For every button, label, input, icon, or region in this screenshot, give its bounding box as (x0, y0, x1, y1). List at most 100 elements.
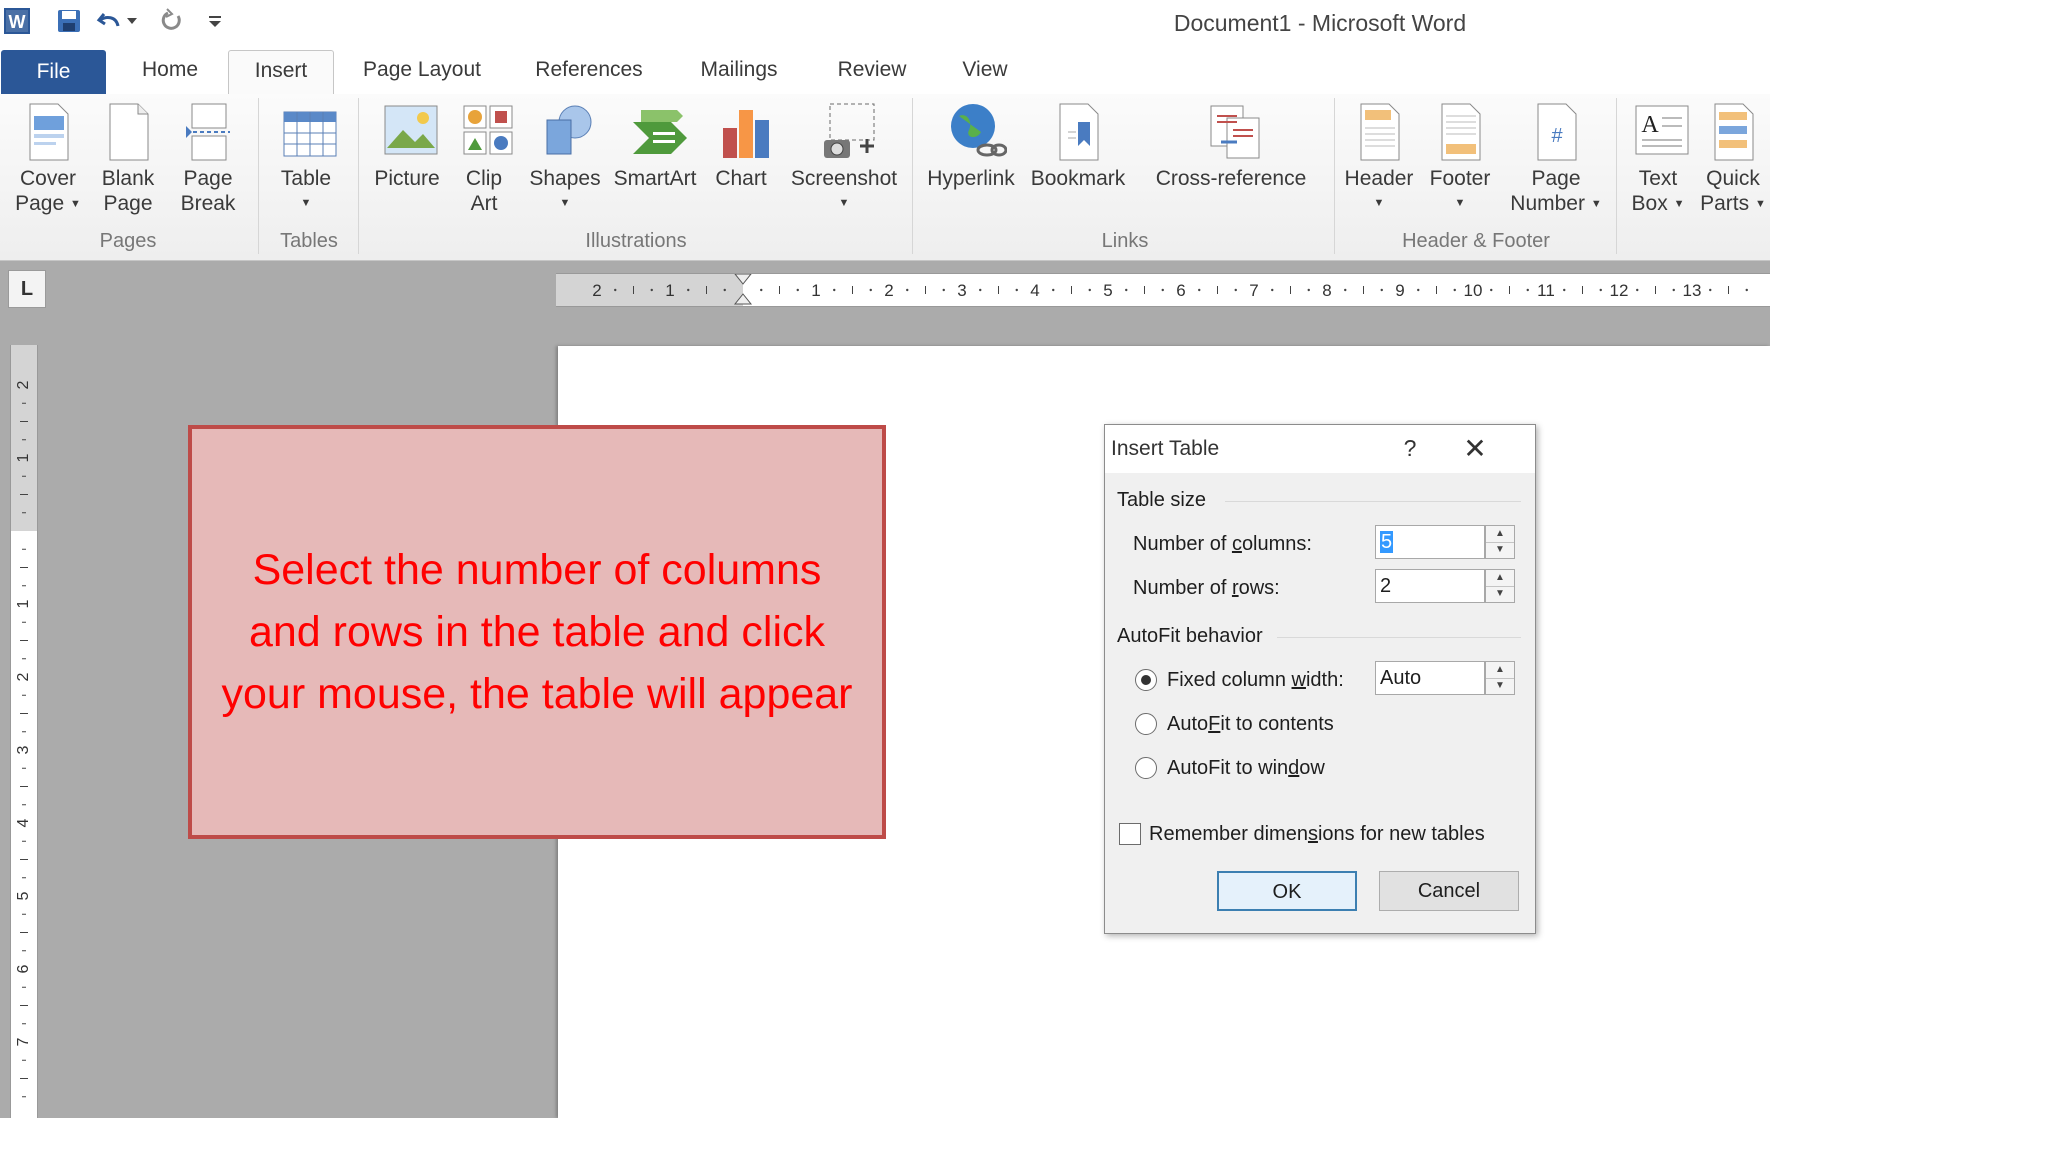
tab-references[interactable]: References (518, 50, 660, 90)
tab-mailings[interactable]: Mailings (678, 50, 800, 90)
ruler-label: 8 (1322, 281, 1331, 300)
ruler-tick (1198, 288, 1201, 292)
ribbon-insert: Cover Page ▼ Blank Page Page Break Pages… (0, 94, 1770, 261)
page-number-icon: # (1532, 102, 1580, 162)
smartart-button[interactable]: SmartArt (610, 102, 700, 191)
dropdown-arrow-icon: ▼ (838, 197, 850, 209)
spinner-down-icon[interactable]: ▼ (1486, 542, 1514, 558)
clip-art-button[interactable]: Clip Art (452, 102, 516, 216)
dropdown-arrow-icon: ▼ (1673, 197, 1685, 210)
ruler-tick (1234, 288, 1237, 292)
tab-page-layout[interactable]: Page Layout (346, 50, 498, 90)
rows-label: Number of rows: (1133, 577, 1280, 599)
dialog-title-bar[interactable]: Insert Table ? ✕ (1105, 425, 1535, 473)
cross-reference-button[interactable]: Cross-reference (1134, 102, 1328, 191)
ruler-margin (11, 345, 37, 531)
title-bar: W Document1 - Microsoft Word (0, 0, 1770, 46)
svg-text:A: A (1641, 112, 1659, 138)
header-button[interactable]: Header ▼ (1340, 102, 1418, 216)
group-label-tables: Tables (280, 230, 338, 252)
callout-text: Select the number of columns and rows in… (221, 546, 853, 718)
shapes-button[interactable]: Shapes ▼ (522, 102, 608, 216)
cancel-button[interactable]: Cancel (1379, 871, 1519, 911)
columns-value: 5 (1380, 531, 1394, 553)
ruler-label: 11 (1537, 281, 1555, 300)
text-box-label-1: Text (1638, 167, 1678, 190)
group-label-links: Links (1101, 230, 1149, 252)
close-icon[interactable]: ✕ (1455, 431, 1495, 467)
undo-icon[interactable] (94, 6, 124, 36)
bookmark-button[interactable]: Bookmark (1026, 102, 1130, 191)
cover-page-label-2: Page (15, 192, 65, 215)
blank-page-label-1: Blank (101, 167, 155, 190)
fixed-width-value: Auto (1380, 667, 1422, 689)
page-break-button[interactable]: Page Break (172, 102, 244, 216)
blank-page-label-2: Page (103, 192, 153, 215)
chart-label: Chart (715, 167, 767, 190)
spinner-up-icon[interactable]: ▲ (1486, 570, 1514, 587)
autofit-contents-radio[interactable] (1135, 713, 1157, 735)
insert-table-dialog: Insert Table ? ✕ Table size Number of co… (1104, 424, 1536, 934)
ruler-tick (1380, 288, 1383, 292)
fixed-width-input[interactable]: Auto (1375, 661, 1485, 695)
ruler-tick (650, 288, 653, 292)
text-box-button[interactable]: A Text Box ▼ (1622, 102, 1694, 217)
help-button[interactable]: ? (1395, 435, 1425, 462)
spinner-up-icon[interactable]: ▲ (1486, 526, 1514, 543)
page-break-label-1: Page (183, 167, 233, 190)
save-icon[interactable] (54, 6, 84, 36)
quick-parts-button[interactable]: Quick Parts ▼ (1698, 102, 1768, 217)
columns-input[interactable]: 5 (1375, 525, 1485, 559)
screenshot-button[interactable]: Screenshot ▼ (784, 102, 904, 216)
ruler-tick (1344, 288, 1347, 292)
smartart-icon (631, 102, 687, 162)
ok-button[interactable]: OK (1217, 871, 1357, 911)
tab-home[interactable]: Home (118, 50, 222, 90)
dropdown-arrow-icon: ▼ (1754, 197, 1766, 210)
picture-label: Picture (374, 167, 440, 190)
hyperlink-button[interactable]: Hyperlink (920, 102, 1022, 191)
table-label: Table (280, 167, 332, 190)
ruler-margin (556, 274, 743, 306)
tab-file[interactable]: File (1, 50, 106, 94)
columns-spinner[interactable]: ▲ ▼ (1485, 525, 1515, 559)
rows-spinner[interactable]: ▲ ▼ (1485, 569, 1515, 603)
spinner-up-icon[interactable]: ▲ (1486, 662, 1514, 679)
tab-review[interactable]: Review (820, 50, 924, 90)
page-break-icon (184, 102, 232, 162)
rows-input[interactable]: 2 (1375, 569, 1485, 603)
vertical-ruler[interactable]: 2 1 1 2 3 4 5 6 7 (10, 345, 38, 1118)
section-divider (1277, 637, 1521, 638)
tab-view[interactable]: View (940, 50, 1030, 90)
text-box-label-2: Box (1631, 192, 1668, 215)
fixed-width-spinner[interactable]: ▲ ▼ (1485, 661, 1515, 695)
redo-icon[interactable] (156, 6, 186, 36)
chart-button[interactable]: Chart (706, 102, 776, 191)
blank-page-button[interactable]: Blank Page (94, 102, 162, 216)
page-number-button[interactable]: # Page Number ▼ (1504, 102, 1608, 217)
fixed-width-radio[interactable] (1135, 669, 1157, 691)
clip-art-icon (460, 102, 513, 162)
tab-insert[interactable]: Insert (228, 50, 334, 96)
word-logo-icon[interactable]: W (2, 6, 32, 36)
ruler-tick (1417, 288, 1420, 292)
tab-selector-icon[interactable]: L (8, 270, 46, 308)
quick-parts-label-2: Parts (1700, 192, 1750, 215)
ruler-ticks: 2 1 1 2 3 4 5 6 7 (11, 345, 37, 1098)
picture-button[interactable]: Picture (366, 102, 448, 191)
window-title: Document1 - Microsoft Word (1173, 10, 1467, 36)
remember-dimensions-checkbox[interactable] (1119, 823, 1141, 845)
hyperlink-icon (947, 102, 1008, 162)
horizontal-ruler[interactable]: 2 1 1 2 3 4 5 6 7 8 9 10 11 12 13 (556, 273, 1770, 307)
spinner-down-icon[interactable]: ▼ (1486, 586, 1514, 602)
footer-button[interactable]: Footer ▼ (1420, 102, 1500, 216)
cover-page-button[interactable]: Cover Page ▼ (10, 102, 86, 217)
spinner-down-icon[interactable]: ▼ (1486, 678, 1514, 694)
customize-toolbar-icon[interactable] (200, 6, 230, 36)
group-label-header-footer: Header & Footer (1402, 230, 1550, 252)
dropdown-arrow-icon: ▼ (70, 197, 81, 210)
undo-dropdown-icon[interactable] (124, 6, 140, 36)
ruler-tick (1125, 288, 1128, 292)
table-button[interactable]: Table ▼ (270, 102, 342, 216)
autofit-window-radio[interactable] (1135, 757, 1157, 779)
